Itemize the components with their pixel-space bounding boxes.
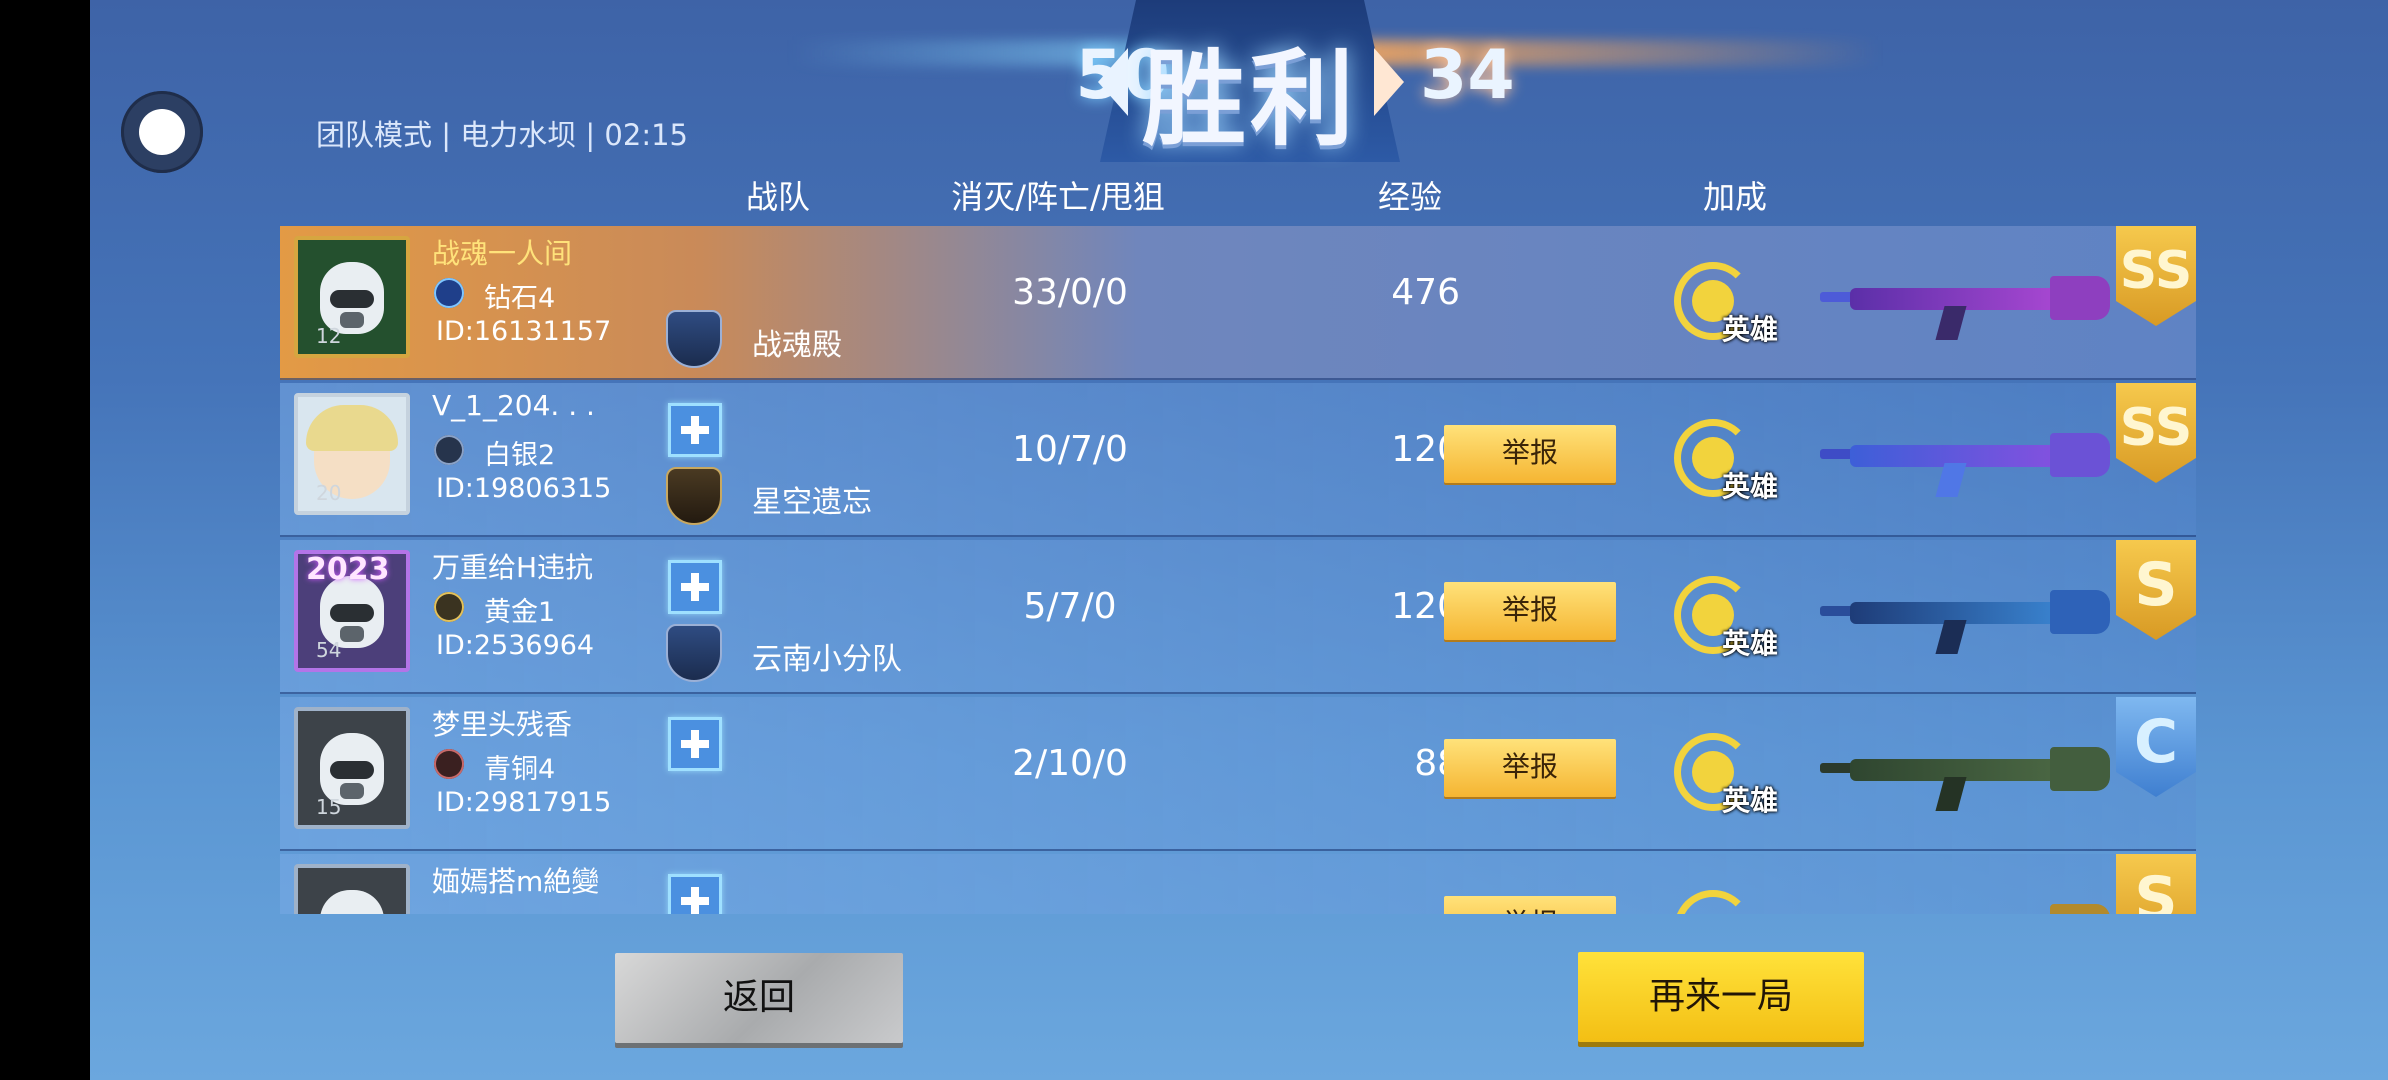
player-level: 20 [316,481,342,505]
exp-value: 120 [1391,586,1460,627]
column-header-kda: 消灭/阵亡/甩狙 [951,178,1165,216]
player-rank: 白银2 [484,440,556,471]
player-row: 媔嫣搭m絶變 举报 S [280,854,2196,914]
chevron-left-icon [1098,48,1128,116]
report-button[interactable]: 举报 [1444,425,1616,483]
kda-value: 5/7/0 [1023,586,1117,627]
player-rank: 黄金1 [484,597,556,628]
exp-value: 120 [1391,429,1460,470]
player-level: 15 [316,795,342,819]
clan-emblem-icon[interactable] [666,624,722,682]
add-friend-button[interactable] [668,560,722,614]
clan-emblem-icon[interactable] [666,310,722,368]
column-header-team: 战队 [745,178,810,216]
report-button[interactable]: 举报 [1444,896,1616,914]
circle-icon [139,109,185,155]
weapon-rifle-icon [1820,890,2110,914]
player-rank: 青铜4 [484,754,556,785]
player-row: 12 战魂一人间 钻石4 ID:16131157 战魂殿 33/0/0 476 … [280,226,2196,380]
weapon-grade-badge: S [2116,540,2196,640]
avatar[interactable] [294,864,410,914]
player-list[interactable]: 12 战魂一人间 钻石4 ID:16131157 战魂殿 33/0/0 476 … [280,226,2196,914]
player-row: 2023 54 万重给H违抗 黄金1 ID:2536964 云南小分队 5/7/… [280,540,2196,694]
bonus-badge: 英雄 [1674,733,1778,821]
player-name: V_1_204. . . [432,389,595,422]
player-row: 15 梦里头残香 青铜4 ID:29817915 2/10/0 88 举报 英雄… [280,697,2196,851]
back-button[interactable]: 返回 [615,953,903,1043]
silver-rank-icon [434,435,464,465]
weapon-rifle-icon [1820,262,2110,340]
report-button[interactable]: 举报 [1444,582,1616,640]
weapon-grade-badge: C [2116,697,2196,797]
add-friend-button[interactable] [668,874,722,914]
player-id: ID:16131157 [436,316,612,347]
avatar[interactable]: 15 [294,707,410,829]
gold-rank-icon [434,592,464,622]
bonus-label: 英雄 [1722,470,1779,503]
exp-value: 476 [1391,272,1460,313]
kda-value: 33/0/0 [1012,272,1128,313]
clan-emblem-icon[interactable] [666,467,722,525]
chevron-right-icon [1374,48,1404,116]
gas-mask-icon [320,890,384,914]
add-friend-button[interactable] [668,717,722,771]
player-id: ID:2536964 [436,630,595,661]
team-score-right: 34 [1420,36,1515,115]
bonus-label: 英雄 [1722,784,1779,817]
avatar[interactable]: 12 [294,236,410,358]
bonus-label: 英雄 [1722,313,1779,346]
play-again-button[interactable]: 再来一局 [1578,952,1864,1042]
bonus-badge: 英雄 [1674,262,1778,350]
bonus-badge [1674,890,1778,914]
player-name: 万重给H违抗 [432,551,594,584]
diamond-rank-icon [434,278,464,308]
avatar[interactable]: 20 [294,393,410,515]
bonus-badge: 英雄 [1674,576,1778,664]
player-level: 54 [316,638,342,662]
weapon-grade-badge: S [2116,854,2196,914]
clan-name: 云南小分队 [752,642,902,677]
weapon-grade-badge: SS [2116,383,2196,483]
weapon-grade-badge: SS [2116,226,2196,326]
clan-name: 星空遗忘 [752,485,872,520]
exp-value: 88 [1414,743,1460,784]
kda-value: 2/10/0 [1012,743,1128,784]
player-name: 梦里头残香 [432,708,573,741]
bonus-label: 英雄 [1722,627,1779,660]
player-name: 战魂一人间 [432,237,573,270]
player-id: ID:19806315 [436,473,612,504]
add-friend-button[interactable] [668,403,722,457]
player-id: ID:29817915 [436,787,612,818]
clan-name: 战魂殿 [752,328,842,363]
bonus-badge: 英雄 [1674,419,1778,507]
frame-badge: 2023 [306,552,390,587]
result-title: 胜利 [1141,38,1358,160]
column-header-bonus: 加成 [1702,178,1767,216]
kda-value: 10/7/0 [1012,429,1128,470]
weapon-rifle-icon [1820,576,2110,654]
player-level: 12 [316,324,342,348]
bonus-ring-icon [1674,890,1752,914]
match-info: 团队模式 | 电力水坝 | 02:15 [316,118,688,152]
bronze-rank-icon [434,749,464,779]
player-row: 20 V_1_204. . . 白银2 ID:19806315 星空遗忘 10/… [280,383,2196,537]
weapon-rifle-icon [1820,419,2110,497]
player-name: 媔嫣搭m絶變 [432,865,600,898]
sniper-rifle-icon [1820,733,2110,811]
column-header-exp: 经验 [1377,178,1442,216]
anime-hair-icon [306,405,398,451]
avatar[interactable]: 2023 54 [294,550,410,672]
report-button[interactable]: 举报 [1444,739,1616,797]
player-rank: 钻石4 [484,283,556,314]
menu-button[interactable] [121,91,203,173]
